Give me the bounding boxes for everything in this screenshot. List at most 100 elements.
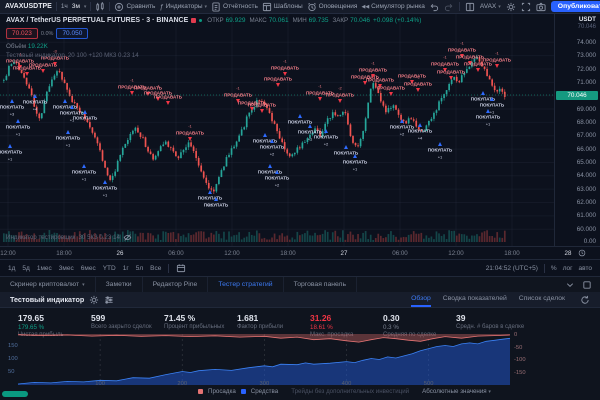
stat-sub: 0.3 % — [383, 324, 436, 331]
refresh-icon[interactable] — [580, 295, 590, 305]
symbol-info-row[interactable]: AVAX / TetherUS PERPETUAL FUTURES · 3 · … — [6, 17, 421, 24]
range-button-6мес[interactable]: 6мес — [81, 265, 96, 272]
chart-area[interactable]: ПРОДАВАТЬ-1ПРОДАВАТЬПРОДАВАТЬПРОДАВАТЬ-3… — [0, 14, 600, 246]
symbol-search-button[interactable]: AVAXUSDTPE — [5, 3, 52, 10]
panel-tab-Скринер криптовалют[interactable]: Скринер криптовалют ▾ — [0, 277, 96, 292]
go-to-date-icon[interactable] — [176, 263, 186, 273]
indicator-name: Индикатор тестировщик — [6, 234, 75, 241]
layout-grid-icon[interactable] — [465, 2, 475, 12]
trading-terminal: AVAXUSDTPE 1ч 3м ▾ Сравнить ƒ Индикаторы… — [0, 0, 600, 400]
drawdown-legend-label[interactable]: Просадка — [208, 388, 236, 395]
equity-x-tick: 300 — [260, 381, 270, 387]
time-axis[interactable]: 12:0018:002606:0012:0018:002706:0012:001… — [0, 246, 600, 259]
chevron-down-icon[interactable]: ▾ — [84, 4, 87, 10]
stat-label: Средн. # баров в сделке — [456, 324, 524, 330]
tester-tab-Обзор[interactable]: Обзор — [411, 292, 431, 307]
strategy-properties-icon[interactable] — [104, 295, 114, 305]
divider — [109, 2, 110, 11]
drawdown-swatch[interactable] — [198, 389, 203, 394]
equity-curve-chart — [0, 334, 600, 386]
price-tick: 68.000 — [577, 119, 596, 126]
tester-tab-Список сделок[interactable]: Список сделок — [519, 292, 565, 307]
range-button-YTD[interactable]: YTD — [103, 265, 116, 272]
compare-button[interactable]: Сравнить — [114, 2, 155, 12]
range-button-5л[interactable]: 5л — [136, 265, 143, 272]
equity-swatch[interactable] — [241, 389, 246, 394]
value-mode-dropdown[interactable]: Абсолютные значения ▾ — [422, 388, 491, 395]
chevron-down-icon[interactable] — [565, 280, 575, 290]
interval-button-3m[interactable]: 3м — [72, 3, 80, 10]
stat-value: 71.45 % — [164, 313, 224, 323]
range-button-3мес[interactable]: 3мес — [59, 265, 74, 272]
exchange-logo-icon — [191, 18, 196, 23]
chart-type-button[interactable] — [95, 2, 105, 12]
scale-button-%[interactable]: % — [551, 265, 557, 272]
indicators-button[interactable]: ƒ Индикаторы ▾ — [159, 2, 207, 11]
reports-button[interactable]: Отчётность — [211, 2, 258, 12]
ohlc-МИН: МИН 69.735 — [293, 17, 329, 24]
layout-name-button[interactable]: AVAX ▾ — [480, 3, 501, 10]
panel-tab-Редактор Pine[interactable]: Редактор Pine — [143, 277, 209, 292]
equity-left-tick: 150 — [8, 343, 18, 349]
strategy-title[interactable]: Тестовый индикатор — [10, 295, 84, 304]
tester-tab-Сводка показателей[interactable]: Сводка показателей — [443, 292, 507, 307]
price-axis-unit: USDT — [579, 16, 596, 23]
ohlc-ОТКР: ОТКР 69.929 — [207, 17, 245, 24]
clock-value[interactable]: 21:04:52 (UTC+5) — [486, 265, 538, 272]
panel-tab-Тестер стратегий[interactable]: Тестер стратегий — [208, 277, 283, 292]
range-button-5д[interactable]: 5д — [22, 265, 29, 272]
maximize-panel-icon[interactable] — [582, 280, 592, 290]
clock-icon[interactable] — [578, 249, 586, 257]
stat-label: Фактор прибыли — [237, 324, 283, 330]
divider — [544, 264, 545, 273]
templates-button[interactable]: Шаблоны — [262, 2, 303, 12]
price-tick: 62.000 — [577, 199, 596, 206]
time-tick: 18:00 — [56, 250, 71, 257]
indicator-values: 20 100 +120 МК3 0.23 14 — [68, 52, 139, 59]
scale-button-авто[interactable]: авто — [579, 265, 592, 272]
range-button-1г[interactable]: 1г — [123, 265, 129, 272]
volume-legend[interactable]: Объём 19.22K — [6, 43, 421, 50]
interval-button-1h[interactable]: 1ч — [61, 3, 68, 10]
redo-icon[interactable] — [444, 2, 454, 12]
alerts-button[interactable]: Оповещения — [307, 2, 358, 12]
gear-icon[interactable] — [506, 2, 516, 12]
scale-button-лог[interactable]: лог — [563, 265, 573, 272]
templates-label: Шаблоны — [274, 3, 303, 10]
panel-tab-Заметки[interactable]: Заметки — [96, 277, 143, 292]
equity-legend-label[interactable]: Средства — [251, 388, 278, 395]
sell-price-button[interactable]: 70.023 — [6, 28, 38, 39]
replay-label: Симулятор рынка — [371, 3, 425, 10]
panel-tab-Торговая панель[interactable]: Торговая панель — [284, 277, 357, 292]
value-mode-label: Абсолютные значения — [422, 388, 487, 395]
camera-icon[interactable] — [536, 2, 546, 12]
equity-footnote: Трейды без дополнительных инвестиций — [291, 388, 409, 395]
gear-icon[interactable] — [89, 295, 99, 305]
range-button-1д[interactable]: 1д — [8, 265, 15, 272]
stat-value: 0.30 — [383, 313, 436, 323]
spread-value: 0.0% — [41, 31, 54, 37]
indicator-legend-bottom[interactable]: Индикатор тестировщик 30 5К3 0.23 14 — [6, 233, 132, 242]
price-axis[interactable]: USDT 70.046 74.00073.00072.00071.00069.0… — [554, 14, 600, 246]
indicator-legend-top[interactable]: Тестовый индикатор 20 100 +120 МК3 0.23 … — [6, 52, 421, 59]
stat-3: 1.681Фактор прибыли — [237, 313, 283, 330]
replay-button[interactable]: ◀◀ Симулятор рынка — [361, 3, 424, 10]
market-status-icon — [199, 19, 202, 22]
indicator-values: 30 5К3 0.23 14 — [78, 234, 119, 241]
price-tick: 69.000 — [577, 106, 596, 113]
chevron-down-icon: ▾ — [205, 4, 208, 10]
toolbar-right: AVAX ▾ Опубликовать — [429, 1, 600, 12]
equity-x-tick: 100 — [95, 381, 105, 387]
template-icon — [262, 2, 272, 12]
eye-hidden-icon[interactable] — [123, 233, 132, 242]
time-tick: 12:00 — [0, 250, 15, 257]
fullscreen-icon[interactable] — [521, 2, 531, 12]
price-tick: 67.000 — [577, 132, 596, 139]
range-button-1мес[interactable]: 1мес — [37, 265, 52, 272]
buy-price-button[interactable]: 70.050 — [56, 28, 88, 39]
undo-icon[interactable] — [429, 2, 439, 12]
candles-icon — [95, 2, 105, 12]
range-button-Все[interactable]: Все — [150, 265, 161, 272]
equity-left-tick: 100 — [8, 356, 18, 362]
publish-button[interactable]: Опубликовать — [551, 1, 600, 12]
